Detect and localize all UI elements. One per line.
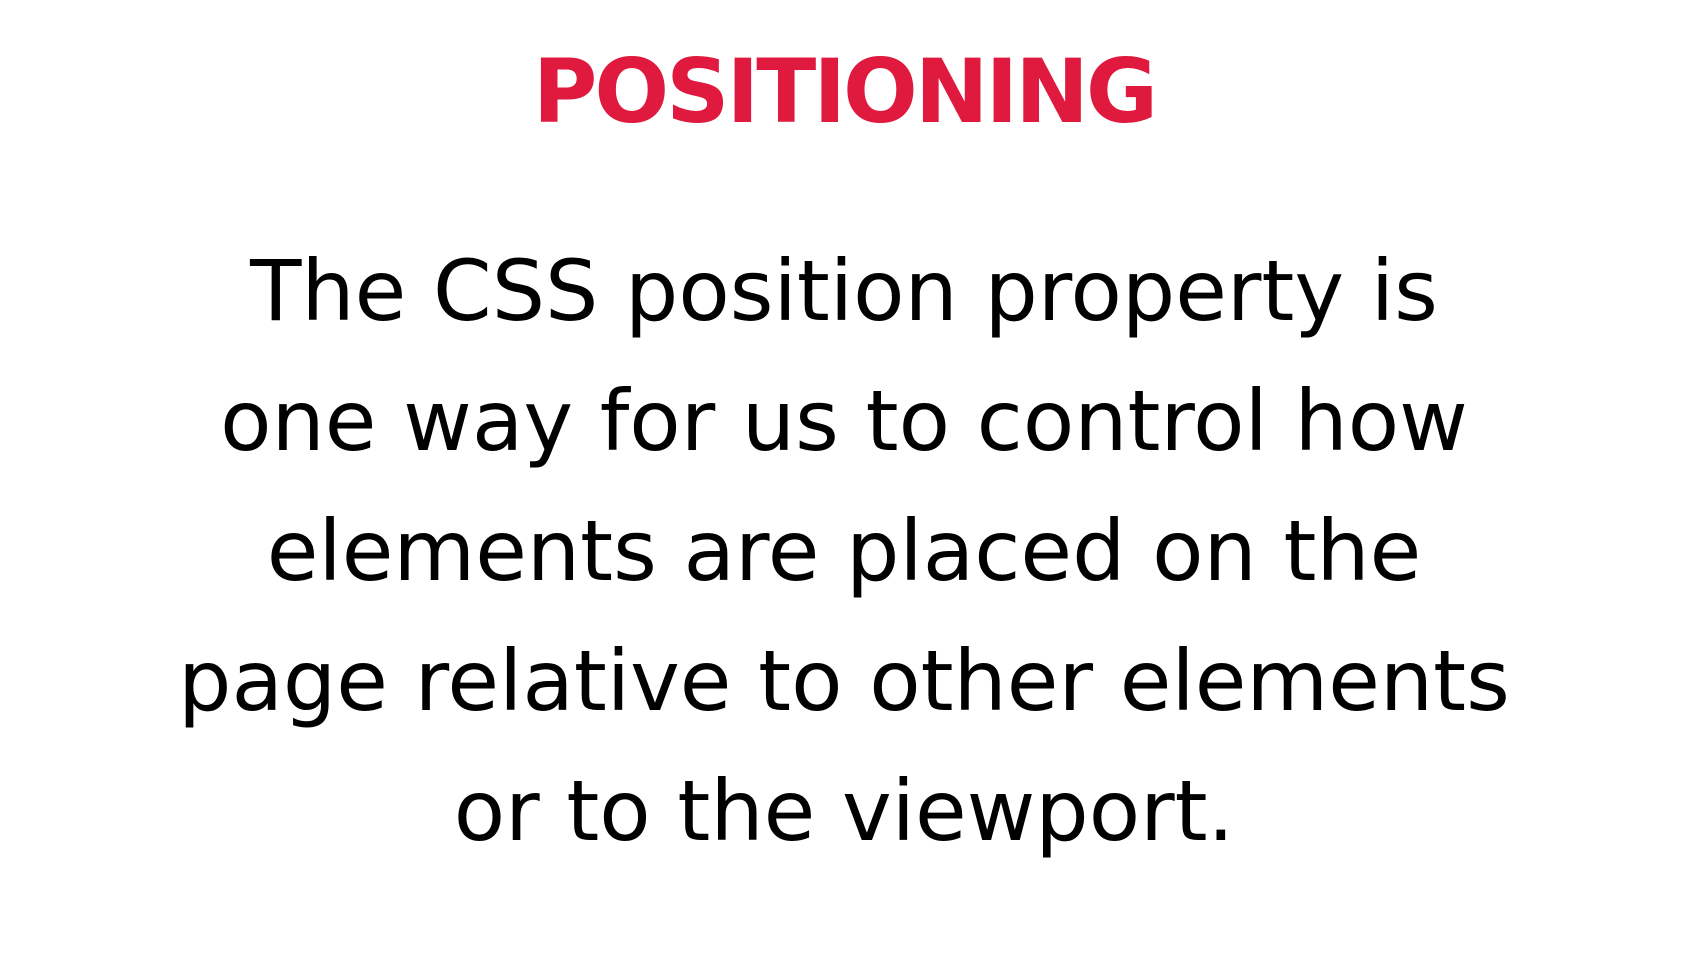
slide: POSITIONING The CSS position property is… xyxy=(0,0,1688,962)
slide-title: POSITIONING xyxy=(532,40,1158,143)
body-line: page relative to other elements xyxy=(178,632,1510,730)
body-line: one way for us to control how xyxy=(220,372,1468,470)
body-line: or to the viewport. xyxy=(453,762,1235,860)
body-line: elements are placed on the xyxy=(266,502,1422,600)
slide-body-text: The CSS position property is one way for… xyxy=(0,226,1688,876)
body-line: The CSS position property is xyxy=(250,242,1438,340)
